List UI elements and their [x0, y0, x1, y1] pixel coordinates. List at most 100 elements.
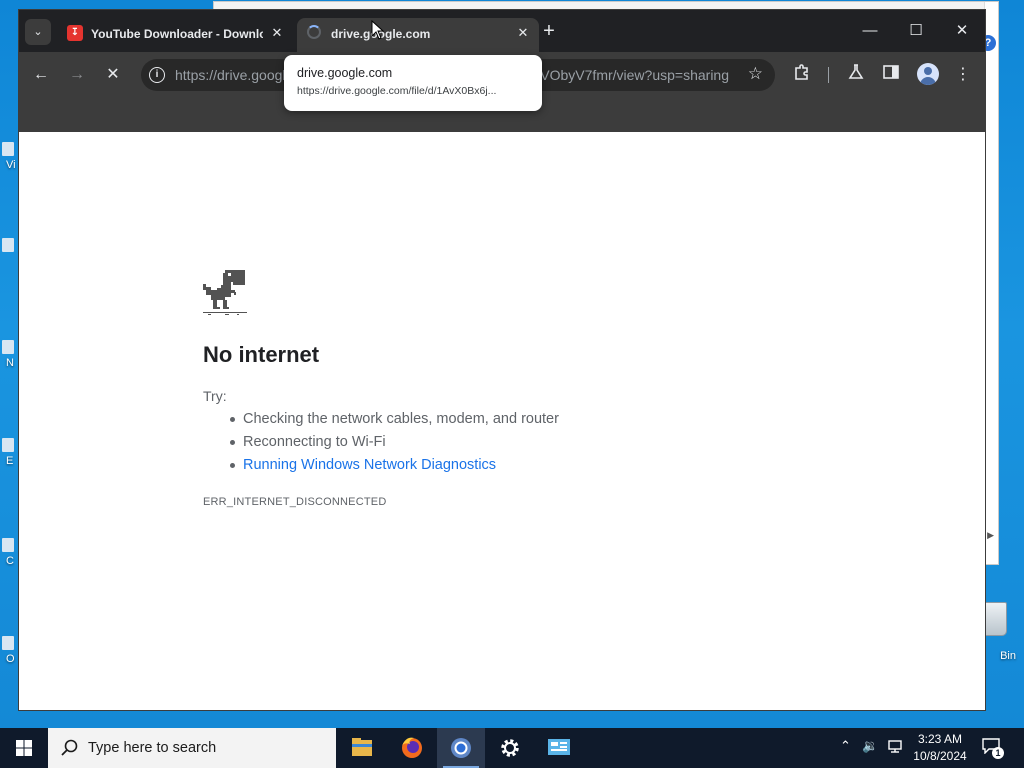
error-title: No internet	[203, 342, 320, 367]
flask-icon	[848, 64, 864, 79]
search-placeholder: Type here to search	[88, 740, 217, 756]
scroll-right-arrow-icon[interactable]: ▶	[987, 530, 994, 541]
desktop-icon[interactable]: C	[0, 538, 18, 567]
desktop-icon[interactable]: O	[0, 636, 18, 665]
desktop-shortcut-icon	[2, 142, 14, 156]
notification-center-button[interactable]: 1	[982, 738, 1004, 759]
background-window-scroll-strip	[984, 2, 998, 564]
tab-drive-google[interactable]: drive.google.com ✕	[297, 18, 539, 52]
more-vert-icon: ⋮	[955, 66, 971, 83]
desktop-icon-label: Vi	[6, 159, 16, 171]
tab-strip: ⌄ ↧ YouTube Downloader - Downlo ✕ drive.…	[19, 10, 985, 52]
taskbar-clock[interactable]: 3:23 AM 10/8/2024	[908, 731, 972, 765]
new-tab-button[interactable]: +	[537, 20, 561, 44]
desktop-icon[interactable]: E	[0, 438, 18, 467]
settings-icon	[501, 739, 519, 757]
bookmark-star-icon[interactable]: ☆	[748, 64, 763, 84]
download-icon: ↧	[67, 25, 83, 41]
dinosaur-icon	[203, 270, 247, 315]
profile-body-shape	[920, 77, 936, 85]
tab-title: drive.google.com	[331, 27, 431, 41]
firefox-icon	[402, 737, 422, 758]
suggestion-item: Reconnecting to Wi-Fi	[203, 431, 559, 454]
notification-badge: 1	[992, 747, 1004, 759]
network-disconnected-icon	[888, 740, 902, 753]
address-bar-url-start: https://drive.googl	[175, 67, 286, 83]
tab-hover-card: drive.google.com https://drive.google.co…	[284, 55, 542, 111]
minimize-button[interactable]: —	[847, 16, 893, 46]
taskbar-control-panel[interactable]	[535, 728, 583, 768]
clock-time: 3:23 AM	[917, 732, 963, 746]
control-panel-icon	[548, 739, 570, 755]
maximize-icon: ☐	[909, 22, 923, 39]
close-window-button[interactable]: ✕	[939, 16, 985, 46]
extensions-button[interactable]	[790, 63, 814, 87]
chevron-up-icon: ⌃	[840, 738, 851, 753]
profile-head-shape	[924, 67, 932, 75]
side-panel-icon	[883, 65, 899, 79]
address-bar-url-end: VObyV7fmr/view?usp=sharing	[540, 67, 729, 83]
desktop-shortcut-icon	[2, 636, 14, 650]
taskbar-search-box[interactable]: Type here to search	[48, 728, 336, 768]
loading-spinner-icon	[307, 25, 321, 39]
desktop-icon-label: N	[6, 357, 14, 369]
taskbar-file-explorer[interactable]	[338, 728, 386, 768]
error-page: No internet Try: Checking the network ca…	[19, 132, 985, 710]
desktop-shortcut-icon	[2, 238, 14, 252]
puzzle-icon	[795, 64, 808, 80]
clock-date: 10/8/2024	[913, 749, 967, 763]
chevron-down-icon: ⌄	[33, 26, 43, 38]
desktop-icon[interactable]	[0, 238, 18, 255]
windows-logo-icon	[16, 740, 32, 756]
network-diagnostics-link[interactable]: Running Windows Network Diagnostics	[203, 454, 559, 477]
suggestion-list: Checking the network cables, modem, and …	[203, 408, 559, 477]
desktop-icon-label: E	[6, 455, 14, 467]
side-panel-button[interactable]	[879, 63, 903, 87]
chrome-icon	[451, 738, 471, 758]
browser-window: ⌄ ↧ YouTube Downloader - Downlo ✕ drive.…	[18, 9, 986, 711]
desktop-icon[interactable]: Vi	[0, 142, 18, 171]
show-hidden-icons-button[interactable]: ⌃	[840, 738, 851, 754]
toolbar-divider	[828, 67, 829, 83]
volume-button[interactable]: 🔉	[862, 738, 878, 754]
profile-avatar[interactable]	[917, 63, 939, 85]
hover-card-title: drive.google.com	[297, 66, 393, 80]
close-icon: ✕	[955, 22, 969, 39]
back-button[interactable]: ←	[29, 63, 53, 87]
desktop-icon-label: O	[6, 653, 15, 665]
arrow-right-icon: →	[69, 66, 85, 83]
search-icon	[61, 739, 78, 756]
plus-icon: +	[543, 20, 555, 42]
try-label: Try:	[203, 388, 227, 404]
network-button[interactable]	[887, 738, 903, 757]
arrow-left-icon: ←	[33, 66, 49, 83]
menu-button[interactable]: ⋮	[951, 63, 975, 87]
hover-card-url: https://drive.google.com/file/d/1AvX0Bx6…	[297, 85, 497, 97]
close-icon: ✕	[106, 66, 120, 83]
forward-button[interactable]: →	[65, 63, 89, 87]
taskbar: Type here to search ⌃ 🔉 3:23 AM 10/8/202…	[0, 728, 1024, 768]
close-tab-button[interactable]: ✕	[515, 25, 531, 41]
taskbar-chrome[interactable]	[437, 728, 485, 768]
tab-youtube-downloader[interactable]: ↧ YouTube Downloader - Downlo ✕	[57, 18, 293, 52]
close-tab-button[interactable]: ✕	[269, 25, 285, 41]
mouse-cursor-icon	[371, 20, 385, 40]
tab-search-button[interactable]: ⌄	[25, 19, 51, 45]
desktop-shortcut-icon	[2, 340, 14, 354]
stop-loading-button[interactable]: ✕	[101, 63, 125, 87]
speaker-icon: 🔉	[862, 738, 879, 753]
taskbar-settings[interactable]	[486, 728, 534, 768]
error-code: ERR_INTERNET_DISCONNECTED	[203, 496, 387, 508]
taskbar-firefox[interactable]	[388, 728, 436, 768]
desktop-icon-label: C	[6, 555, 14, 567]
suggestion-item: Checking the network cables, modem, and …	[203, 408, 559, 431]
site-info-icon[interactable]: i	[149, 67, 165, 83]
desktop-shortcut-icon	[2, 538, 14, 552]
desktop-icon[interactable]: N	[0, 340, 18, 369]
desktop-shortcut-icon	[2, 438, 14, 452]
labs-button[interactable]	[844, 63, 868, 87]
tab-title: YouTube Downloader - Downlo	[91, 27, 263, 41]
maximize-button[interactable]: ☐	[893, 16, 939, 46]
minimize-icon: —	[862, 22, 878, 39]
start-button[interactable]	[0, 728, 48, 768]
